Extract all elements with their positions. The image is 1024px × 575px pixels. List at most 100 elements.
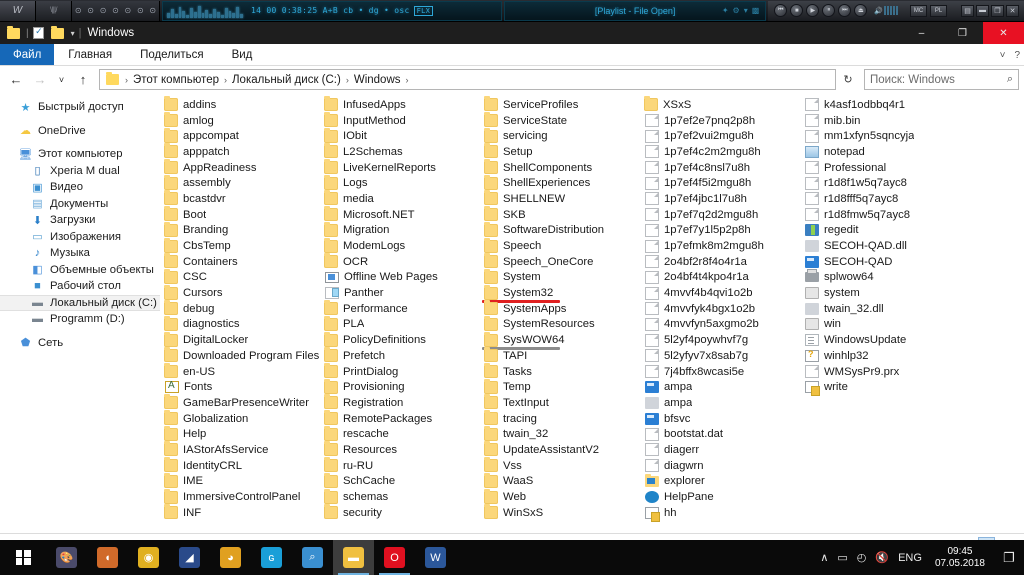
file-list-item[interactable]: 1p7ef7q2d2mgu8h	[640, 207, 800, 223]
taskbar-driverbooster-icon[interactable]: ɢ	[251, 540, 292, 575]
file-list-item[interactable]: mm1xfyn5sqncyja	[800, 128, 960, 144]
previous-track-button[interactable]: ⏮	[774, 4, 787, 17]
playlist-button[interactable]: PL	[930, 5, 947, 17]
file-list-item[interactable]: IAStorAfsService	[160, 442, 320, 458]
file-list-item[interactable]: Downloaded Program Files	[160, 348, 320, 364]
file-list-item[interactable]: SystemResources	[480, 317, 640, 333]
refresh-button[interactable]: ↻	[838, 73, 858, 86]
file-list-item[interactable]: 1p7efmk8m2mgu8h	[640, 238, 800, 254]
player-equalizer-buttons[interactable]: \|||/	[36, 1, 72, 21]
file-list-item[interactable]: appcompat	[160, 128, 320, 144]
file-list-item[interactable]: 1p7ef4c2m2mgu8h	[640, 144, 800, 160]
file-list-item[interactable]: win	[800, 317, 960, 333]
sidebar-item-10[interactable]: ■Рабочий стол	[0, 278, 160, 295]
file-list-item[interactable]: SystemApps	[480, 301, 640, 317]
help-icon[interactable]: ?	[1014, 50, 1020, 61]
file-list-item[interactable]: IdentityCRL	[160, 458, 320, 474]
file-list-item[interactable]: WindowsUpdate	[800, 332, 960, 348]
file-list-item[interactable]: SoftwareDistribution	[480, 223, 640, 239]
file-list-item[interactable]: security	[320, 505, 480, 521]
file-list-item[interactable]: Cursors	[160, 285, 320, 301]
file-list-item[interactable]: Fonts	[160, 379, 320, 395]
file-list-item[interactable]: 1p7ef4f5i2mgu8h	[640, 175, 800, 191]
file-list-item[interactable]: Temp	[480, 379, 640, 395]
sidebar-item-1[interactable]: ☁OneDrive	[0, 123, 160, 140]
file-list-item[interactable]: SysWOW64	[480, 332, 640, 348]
file-list-item[interactable]: 4mvvfyk4bgx1o2b	[640, 301, 800, 317]
minimize-button[interactable]: –	[901, 22, 942, 44]
file-list-item[interactable]: DigitalLocker	[160, 332, 320, 348]
file-list-item[interactable]: Professional	[800, 160, 960, 176]
file-list-item[interactable]: Globalization	[160, 411, 320, 427]
sidebar-item-9[interactable]: ◧Объемные объекты	[0, 262, 160, 279]
file-list-item[interactable]: Boot	[160, 207, 320, 223]
notification-center-icon[interactable]: ❐	[998, 540, 1020, 575]
file-list-item[interactable]: 7j4bffx8wcasi5e	[640, 364, 800, 380]
file-list-item[interactable]: ShellComponents	[480, 160, 640, 176]
maximize-button[interactable]: ❐	[942, 22, 983, 44]
file-list-item[interactable]: addins	[160, 97, 320, 113]
file-list-item[interactable]: servicing	[480, 128, 640, 144]
file-list-item[interactable]: CbsTemp	[160, 238, 320, 254]
player-close-button[interactable]: ✕	[1006, 5, 1019, 17]
file-list-item[interactable]: PrintDialog	[320, 364, 480, 380]
file-list-item[interactable]: Performance	[320, 301, 480, 317]
file-list-item[interactable]: 4mvvf4b4qvi1o2b	[640, 285, 800, 301]
forward-button[interactable]: →	[29, 69, 51, 91]
file-list-item[interactable]: Migration	[320, 223, 480, 239]
taskbar-opera-icon[interactable]: O	[374, 540, 415, 575]
file-list-item[interactable]: ImmersiveControlPanel	[160, 489, 320, 505]
file-list-item[interactable]: 2o4bf4t4kpo4r1a	[640, 270, 800, 286]
file-list-item[interactable]: r1d8fff5q7ayc8	[800, 191, 960, 207]
file-list-item[interactable]: amlog	[160, 113, 320, 129]
file-list-item[interactable]: Registration	[320, 395, 480, 411]
file-list-item[interactable]: system	[800, 285, 960, 301]
mini-shuffle-icon[interactable]: ⊙	[137, 6, 144, 15]
play-button[interactable]: ▶	[806, 4, 819, 17]
sidebar-item-11[interactable]: ▬Локальный диск (C:)	[0, 295, 160, 312]
file-list-item[interactable]: explorer	[640, 474, 800, 490]
pause-button[interactable]: ⏸	[822, 4, 835, 17]
mini-stop-icon[interactable]: ⊙	[112, 6, 119, 15]
file-list-item[interactable]: ShellExperiences	[480, 175, 640, 191]
file-list-item[interactable]: Containers	[160, 254, 320, 270]
eq-preset-icon[interactable]: ▩	[752, 6, 760, 15]
file-list-view[interactable]: addinsamlogappcompatapppatchAppReadiness…	[160, 93, 1024, 533]
file-list-item[interactable]: Speech	[480, 238, 640, 254]
tab-view[interactable]: Вид	[218, 44, 267, 65]
file-list-item[interactable]: UpdateAssistantV2	[480, 442, 640, 458]
file-list-item[interactable]: diagnostics	[160, 317, 320, 333]
file-list-item[interactable]: 1p7ef2vui2mgu8h	[640, 128, 800, 144]
file-list-item[interactable]: System32	[480, 285, 640, 301]
sidebar-item-0[interactable]: ★Быстрый доступ	[0, 99, 160, 116]
file-list-item[interactable]: en-US	[160, 364, 320, 380]
file-list-item[interactable]: L2Schemas	[320, 144, 480, 160]
file-list-item[interactable]: InfusedApps	[320, 97, 480, 113]
taskbar-audacity-icon[interactable]: ◖	[87, 540, 128, 575]
sidebar-item-6[interactable]: ⬇Загрузки	[0, 212, 160, 229]
sidebar-item-8[interactable]: ♪Музыка	[0, 245, 160, 262]
file-list-item[interactable]: CSC	[160, 270, 320, 286]
stop-button[interactable]: ■	[790, 4, 803, 17]
file-list-item[interactable]: notepad	[800, 144, 960, 160]
taskbar-explorer-icon[interactable]: ▬	[333, 540, 374, 575]
navigation-pane[interactable]: ★Быстрый доступ☁OneDrive🖥Этот компьютер▯…	[0, 93, 160, 533]
file-list-item[interactable]: SKB	[480, 207, 640, 223]
mini-prev-icon[interactable]: ⊙	[75, 6, 82, 15]
file-list-item[interactable]: LiveKernelReports	[320, 160, 480, 176]
taskbar-reason-icon[interactable]: ◉	[128, 540, 169, 575]
file-list-item[interactable]: INF	[160, 505, 320, 521]
file-list-item[interactable]: ru-RU	[320, 458, 480, 474]
file-list-item[interactable]: 4mvvfyn5axgmo2b	[640, 317, 800, 333]
file-list-item[interactable]: SchCache	[320, 474, 480, 490]
wifi-icon[interactable]: ◴	[857, 551, 867, 564]
file-list-item[interactable]: HelpPane	[640, 489, 800, 505]
player-mini-transport[interactable]: ⊙ ⊙ ⊙ ⊙ ⊙ ⊙ ⊙	[72, 1, 160, 21]
file-list-item[interactable]: diagerr	[640, 442, 800, 458]
player-window-controls[interactable]: ▤ ▬ ❐ ✕	[953, 1, 1024, 21]
file-list-item[interactable]: bfsvc	[640, 411, 800, 427]
file-list-item[interactable]: Setup	[480, 144, 640, 160]
settings-icon[interactable]: ⚙	[733, 6, 740, 15]
file-list-item[interactable]: 2o4bf2r8f4o4r1a	[640, 254, 800, 270]
file-list-item[interactable]: 5l2yf4poywhvf7g	[640, 332, 800, 348]
